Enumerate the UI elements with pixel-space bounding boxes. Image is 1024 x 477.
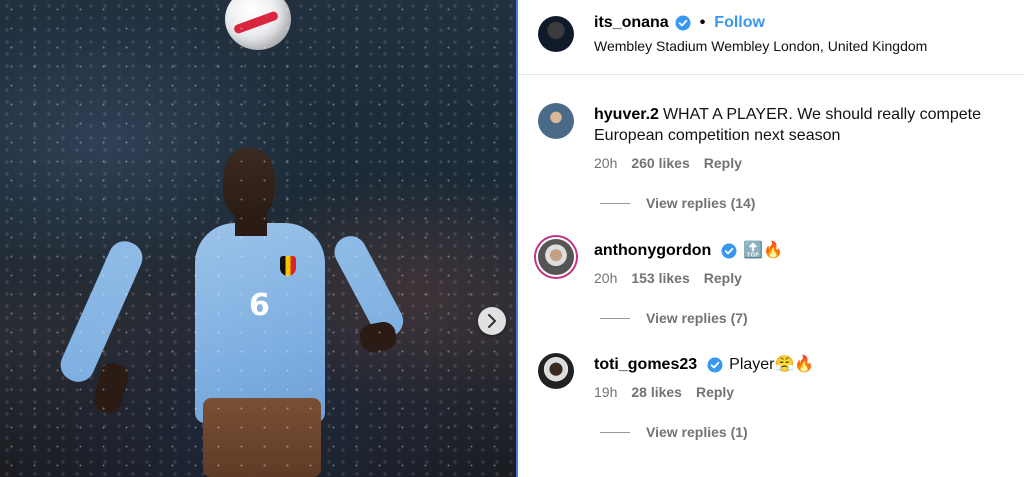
owner-avatar[interactable]	[538, 16, 574, 52]
comment-text: 🔝🔥	[743, 242, 784, 259]
comment-meta: 19h 28 likes Reply	[594, 384, 734, 400]
view-replies-button[interactable]: View replies (7)	[600, 310, 748, 326]
view-replies-label: View replies (14)	[646, 195, 756, 211]
owner-username[interactable]: its_onana	[594, 14, 669, 32]
post-location[interactable]: Wembley Stadium Wembley London, United K…	[594, 38, 927, 54]
post-image[interactable]: 6	[0, 0, 516, 477]
comment-text-row: anthonygordon 🔝🔥	[594, 240, 1014, 261]
replies-divider	[600, 202, 630, 204]
reply-button[interactable]: Reply	[696, 384, 734, 400]
comment-meta: 20h 260 likes Reply	[594, 155, 742, 171]
verified-badge-icon	[707, 357, 723, 373]
commenter-avatar[interactable]	[538, 239, 574, 275]
replies-divider	[600, 431, 630, 433]
player-figure: 6	[55, 148, 415, 477]
chevron-right-icon	[488, 314, 496, 328]
reply-button[interactable]: Reply	[704, 155, 742, 171]
comments-panel: its_onana • Follow Wembley Stadium Wembl…	[516, 0, 1024, 477]
view-replies-label: View replies (7)	[646, 310, 748, 326]
view-replies-button[interactable]: View replies (14)	[600, 195, 755, 211]
view-replies-label: View replies (1)	[646, 424, 748, 440]
verified-badge-icon	[721, 243, 737, 259]
comment-meta: 20h 153 likes Reply	[594, 270, 742, 286]
shirt-number: 6	[249, 288, 270, 323]
verified-badge-icon	[675, 15, 691, 31]
comment-time: 20h	[594, 270, 618, 286]
team-crest	[280, 256, 296, 276]
comment-likes[interactable]: 28 likes	[631, 384, 682, 400]
next-image-button[interactable]	[478, 307, 506, 335]
commenter-username[interactable]: anthonygordon	[594, 240, 711, 261]
comment-text-row: toti_gomes23 Player😤🔥	[594, 354, 1014, 375]
separator-dot: •	[699, 14, 706, 31]
view-replies-button[interactable]: View replies (1)	[600, 424, 748, 440]
commenter-username[interactable]: hyuver.2	[594, 106, 659, 123]
comment-likes[interactable]: 153 likes	[631, 270, 689, 286]
owner-row: its_onana • Follow	[594, 14, 765, 32]
replies-divider	[600, 317, 630, 319]
comment-likes[interactable]: 260 likes	[631, 155, 689, 171]
follow-button[interactable]: Follow	[714, 14, 765, 32]
post-header: its_onana • Follow Wembley Stadium Wembl…	[518, 0, 1024, 75]
comment-time: 20h	[594, 155, 618, 171]
commenter-avatar[interactable]	[538, 103, 574, 139]
comment-text: Player😤🔥	[729, 356, 815, 373]
reply-button[interactable]: Reply	[704, 270, 742, 286]
comment-text-row: hyuver.2 WHAT A PLAYER. We should really …	[594, 104, 1014, 146]
commenter-avatar[interactable]	[538, 353, 574, 389]
comment-time: 19h	[594, 384, 618, 400]
commenter-username[interactable]: toti_gomes23	[594, 354, 697, 375]
